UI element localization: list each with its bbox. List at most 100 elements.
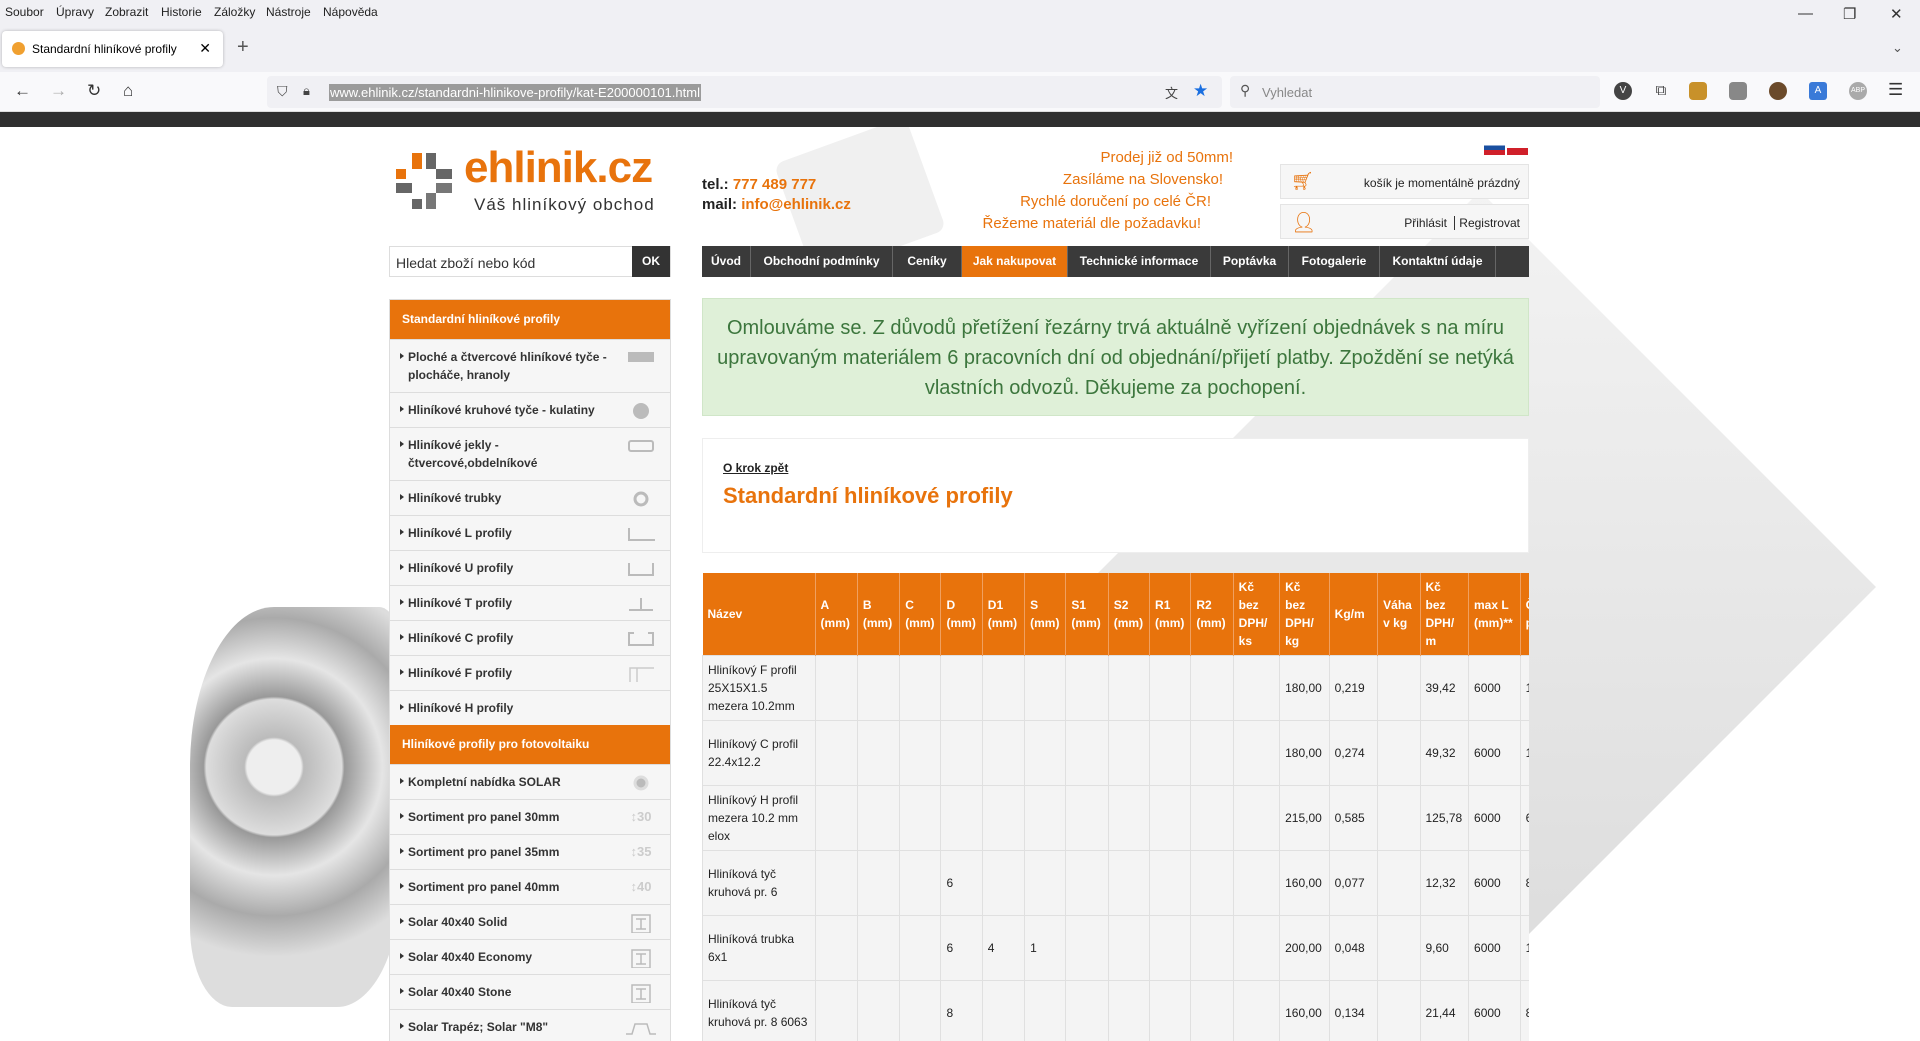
sidebar-heading[interactable]: Hliníkové profily pro fotovoltaiku	[390, 725, 670, 764]
table-row[interactable]: Hliníkový C profil 22.4x12.2 180,00 0,274 4…	[702, 719, 1529, 786]
product-search-input[interactable]: Hledat zboží nebo kód	[396, 255, 535, 271]
nav-item-1[interactable]: Obchodní podmínky	[751, 246, 893, 277]
close-window-icon[interactable]: ✕	[1890, 5, 1903, 23]
menu-soubor[interactable]: Soubor	[5, 5, 44, 19]
back-icon[interactable]: ←	[14, 81, 31, 101]
register-link[interactable]: Registrovat	[1459, 216, 1520, 230]
product-name-cell[interactable]: Hliníkový F profil 25X15X1.5 mezera 10.2…	[702, 654, 816, 721]
site-logo[interactable]: ehlinik.cz Váš hliníkový obchod	[392, 143, 672, 219]
menu-zobrazit[interactable]: Zobrazit	[105, 5, 148, 19]
nav-item-5[interactable]: Poptávka	[1211, 246, 1289, 277]
sidebar-item[interactable]: Kompletní nabídka SOLAR	[390, 764, 670, 799]
translate-icon[interactable]: 文	[1165, 83, 1178, 102]
table-cell	[1065, 979, 1109, 1041]
sidebar-heading[interactable]: Standardní hliníkové profily	[390, 300, 670, 339]
cart-box[interactable]: 🛒︎ košík je momentálně prázdný	[1280, 164, 1529, 199]
sidebar-item[interactable]: Hliníkové kruhové tyče - kulatiny	[390, 392, 670, 427]
privacy-badger-icon[interactable]	[1729, 82, 1747, 100]
forward-icon[interactable]: →	[50, 81, 67, 101]
nav-item-4[interactable]: Technické informace	[1068, 246, 1211, 277]
table-row[interactable]: Hliníková trubka 6x1 6 4 1 200,00 0,048 9,60 60…	[702, 914, 1529, 981]
menu-nastroje[interactable]: Nástroje	[266, 5, 311, 19]
table-cell: 215,00	[1279, 784, 1330, 851]
sidebar-item[interactable]: Sortiment pro panel 30mm ↕30	[390, 799, 670, 834]
mail-link[interactable]: info@ehlinik.cz	[741, 196, 851, 213]
sidebar-item[interactable]: Hliníkové trubky	[390, 480, 670, 515]
bookmark-star-icon[interactable]: ★	[1193, 81, 1208, 101]
table-row[interactable]: Hliníkový H profil mezera 10.2 mm elox 21…	[702, 784, 1529, 851]
sidebar-item[interactable]: Solar Trapéz; Solar "M8"	[390, 1009, 670, 1041]
new-tab-icon[interactable]: +	[237, 36, 249, 59]
sidebar-item[interactable]: Hliníkové U profily	[390, 550, 670, 585]
minimize-icon[interactable]: —	[1798, 5, 1813, 22]
table-cell: 160,00	[1279, 849, 1330, 916]
flag-sk-icon[interactable]	[1484, 141, 1505, 155]
sidebar-item[interactable]: Hliníkové jekly - čtvercové,obdelníkové	[390, 427, 670, 480]
menu-zalozky[interactable]: Záložky	[214, 5, 255, 19]
translate-extension-icon[interactable]: A	[1809, 82, 1827, 100]
menu-historie[interactable]: Historie	[161, 5, 202, 19]
close-tab-icon[interactable]: ✕	[199, 40, 211, 57]
cookie-icon[interactable]	[1769, 82, 1787, 100]
sidebar-item[interactable]: Solar 40x40 Economy	[390, 939, 670, 974]
search-ok-button[interactable]: OK	[632, 246, 670, 277]
shield-icon[interactable]: ⛉	[277, 83, 288, 100]
sidebar-item[interactable]: Solar 40x40 Stone	[390, 974, 670, 1009]
url-text[interactable]: www.ehlinik.cz/standardni-hlinikove-prof…	[329, 84, 701, 101]
sidebar-item[interactable]: Sortiment pro panel 35mm ↕35	[390, 834, 670, 869]
home-icon[interactable]: ⌂	[123, 81, 133, 101]
mail-label: mail:	[702, 196, 738, 213]
tel-number[interactable]: 777 489 777	[733, 176, 816, 193]
product-name-cell[interactable]: Hliníkový C profil 22.4x12.2	[702, 719, 816, 786]
tab-list-chevron-icon[interactable]: ⌄	[1892, 40, 1903, 56]
sidebar-item[interactable]: Ploché a čtvercové hliníkové tyče - ploc…	[390, 339, 670, 392]
back-link[interactable]: O krok zpět	[723, 461, 788, 475]
table-cell	[1065, 654, 1109, 721]
table-cell	[814, 654, 858, 721]
restore-icon[interactable]: ❐	[1843, 5, 1856, 23]
table-row[interactable]: Hliníková tyč kruhová pr. 6 6 160,00 0,077 1…	[702, 849, 1529, 916]
sidebar-item[interactable]: Hliníkové C profily	[390, 620, 670, 655]
reload-icon[interactable]: ↻	[87, 81, 101, 101]
nav-item-6[interactable]: Fotogalerie	[1289, 246, 1380, 277]
menu-napoveda[interactable]: Nápověda	[323, 5, 378, 19]
sidebar-item[interactable]: Hliníkové T profily	[390, 585, 670, 620]
table-row[interactable]: Hliníkový F profil 25X15X1.5 mezera 10.2…	[702, 654, 1529, 721]
nav-item-3[interactable]: Jak nakupovat	[962, 246, 1068, 277]
flag-cz-icon[interactable]	[1507, 141, 1528, 155]
product-name-cell[interactable]: Hliníkový H profil mezera 10.2 mm elox	[702, 784, 816, 851]
product-name-cell[interactable]: Hliníková trubka 6x1	[702, 914, 816, 981]
sidebar-item[interactable]: Sortiment pro panel 40mm ↕40	[390, 869, 670, 904]
lock-icon[interactable]: 🔒︎	[303, 83, 310, 99]
sidebar-item-label: Sortiment pro panel 40mm	[408, 880, 560, 894]
table-cell	[1065, 784, 1109, 851]
sidebar-item[interactable]: Hliníkové F profily	[390, 655, 670, 690]
product-name-cell[interactable]: Hliníková tyč kruhová pr. 8 6063	[702, 979, 816, 1041]
table-cell	[1232, 719, 1281, 786]
web-search-input[interactable]: ⚲ Vyhledat	[1230, 76, 1600, 108]
adblock-icon[interactable]: ABP	[1849, 82, 1867, 100]
table-row[interactable]: Hliníková tyč kruhová pr. 8 6063 8 160,00 0…	[702, 979, 1529, 1041]
url-bar[interactable]: ⛉ 🔒︎ www.ehlinik.cz/standardni-hlinikove…	[267, 76, 1222, 108]
nav-item-7[interactable]: Kontaktní údaje	[1380, 246, 1496, 277]
column-header: S2 (mm)	[1108, 573, 1151, 655]
l-profile-icon	[626, 524, 656, 544]
menu-upravy[interactable]: Úpravy	[56, 5, 94, 19]
nav-item-0[interactable]: Úvod	[702, 246, 751, 277]
nav-item-2[interactable]: Ceníky	[893, 246, 962, 277]
v-extension-icon[interactable]: V	[1614, 82, 1632, 100]
sidebar-item[interactable]: Hliníkové L profily	[390, 515, 670, 550]
sidebar-item[interactable]: Solar 40x40 Solid	[390, 904, 670, 939]
table-cell: 6000	[1468, 654, 1521, 721]
product-name-cell[interactable]: Hliníková tyč kruhová pr. 6	[702, 849, 816, 916]
shield-extension-icon[interactable]	[1689, 82, 1707, 100]
round-bar-icon	[626, 401, 656, 421]
hamburger-menu-icon[interactable]: ☰	[1888, 80, 1903, 100]
login-link[interactable]: Přihlásit	[1404, 216, 1447, 230]
table-cell	[1232, 979, 1281, 1041]
sidebar-item[interactable]: Hliníkové H profily	[390, 690, 670, 725]
table-cell: 80035	[1519, 979, 1529, 1041]
extensions-puzzle-icon[interactable]: ⧉	[1652, 82, 1670, 100]
table-cell: 19400	[1519, 914, 1529, 981]
tab-active[interactable]: Standardní hliníkové profily ✕	[2, 31, 223, 67]
